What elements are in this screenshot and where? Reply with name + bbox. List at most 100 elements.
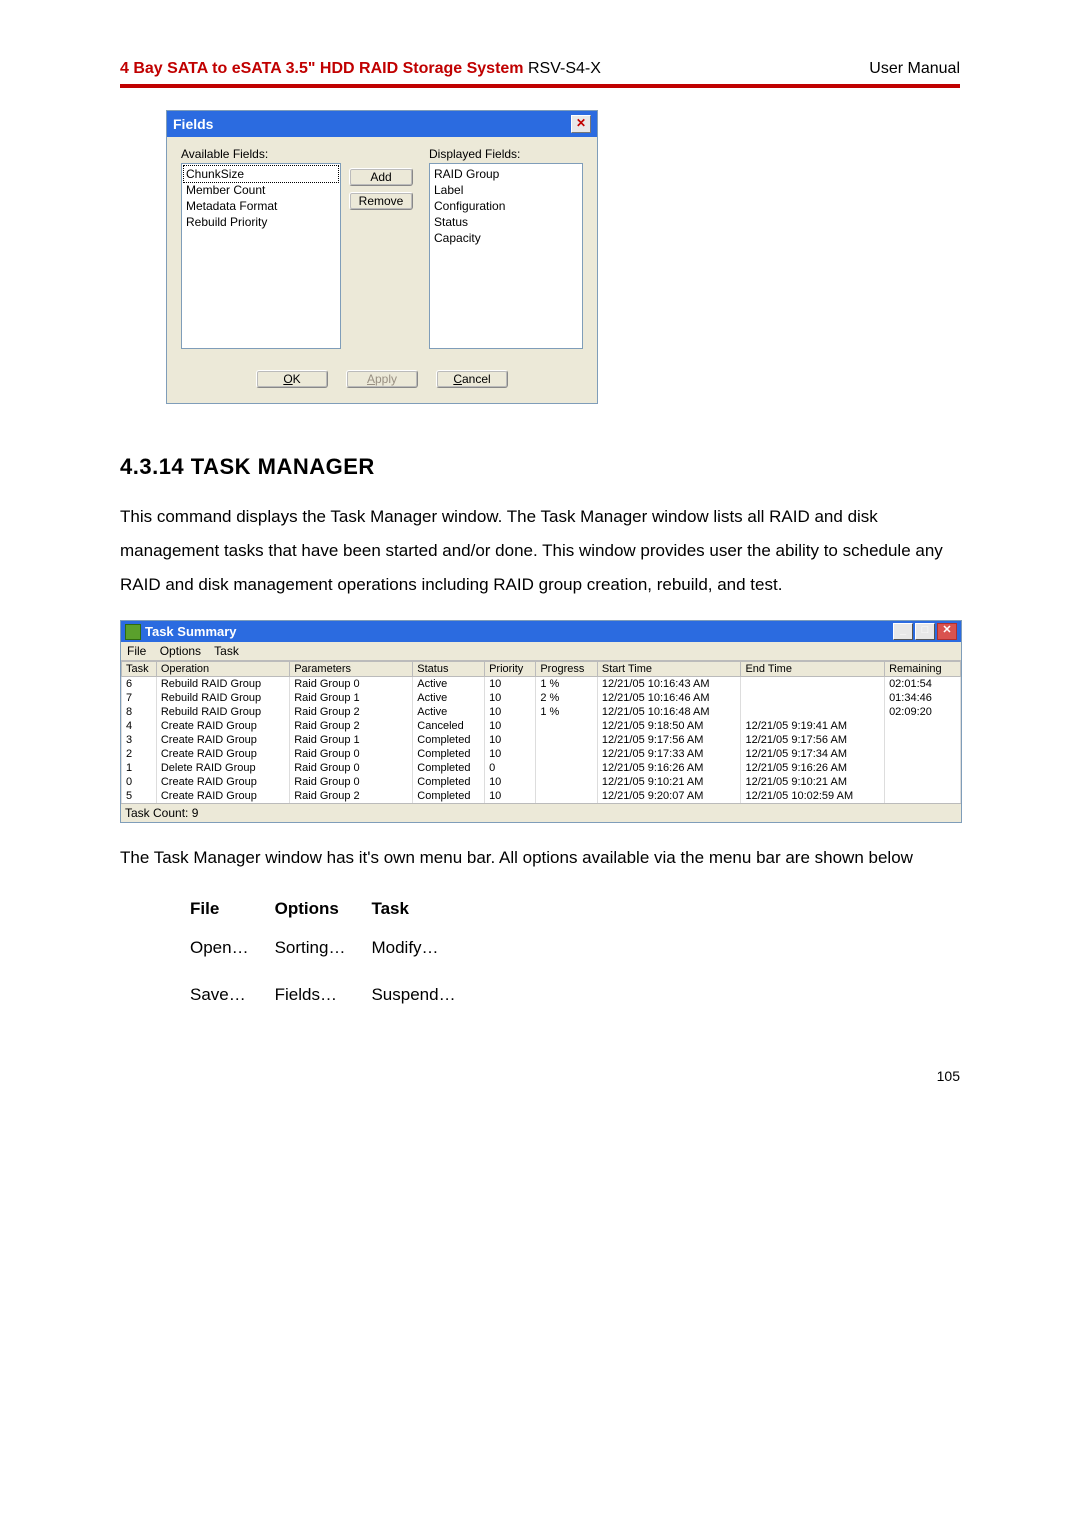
table-cell: 12/21/05 9:19:41 AM [741, 719, 885, 733]
table-cell: 12/21/05 9:17:33 AM [597, 747, 741, 761]
table-cell: Raid Group 0 [290, 761, 413, 775]
table-cell: Create RAID Group [156, 719, 289, 733]
list-item[interactable]: Configuration [432, 198, 580, 214]
table-cell: Active [413, 691, 485, 705]
table-cell: 4 [122, 719, 157, 733]
body-paragraph: This command displays the Task Manager w… [120, 500, 960, 602]
col-priority[interactable]: Priority [485, 662, 536, 677]
cancel-button[interactable]: Cancel [436, 370, 508, 388]
table-row[interactable]: 7Rebuild RAID GroupRaid Group 1Active102… [122, 691, 961, 705]
table-cell [885, 747, 961, 761]
col-progress[interactable]: Progress [536, 662, 598, 677]
col-start-time[interactable]: Start Time [597, 662, 741, 677]
table-cell: 8 [122, 705, 157, 719]
displayed-fields-label: Displayed Fields: [429, 147, 583, 161]
table-row[interactable]: 1Delete RAID GroupRaid Group 0Completed0… [122, 761, 961, 775]
table-cell: Raid Group 0 [290, 775, 413, 789]
window-titlebar: Task Summary _ □ ✕ [121, 621, 961, 642]
table-cell: Rebuild RAID Group [156, 691, 289, 705]
dialog-title: Fields [173, 116, 213, 132]
table-cell: 10 [485, 789, 536, 803]
table-row[interactable]: 6Rebuild RAID GroupRaid Group 0Active101… [122, 677, 961, 692]
col-operation[interactable]: Operation [156, 662, 289, 677]
table-cell: 10 [485, 719, 536, 733]
table-cell [536, 747, 598, 761]
close-icon[interactable]: ✕ [937, 623, 957, 640]
section-heading: 4.3.14 TASK MANAGER [120, 454, 960, 480]
remove-button[interactable]: Remove [349, 192, 413, 210]
table-cell: 12/21/05 10:16:46 AM [597, 691, 741, 705]
minimize-icon[interactable]: _ [893, 623, 913, 640]
page-header: 4 Bay SATA to eSATA 3.5" HDD RAID Storag… [120, 60, 960, 78]
col-task[interactable]: Task [122, 662, 157, 677]
list-item[interactable]: Member Count [184, 182, 338, 198]
apply-button[interactable]: Apply [346, 370, 418, 388]
table-cell: Raid Group 2 [290, 719, 413, 733]
table-cell: 5 [122, 789, 157, 803]
table-cell [741, 705, 885, 719]
app-icon [125, 624, 141, 640]
list-item[interactable]: Rebuild Priority [184, 214, 338, 230]
table-cell: 12/21/05 10:16:43 AM [597, 677, 741, 692]
table-cell: 12/21/05 10:16:48 AM [597, 705, 741, 719]
menuopt-cell: Save… [190, 972, 275, 1019]
dialog-titlebar: Fields ✕ [167, 111, 597, 137]
table-cell: Canceled [413, 719, 485, 733]
table-cell: Rebuild RAID Group [156, 705, 289, 719]
table-cell [741, 677, 885, 692]
col-end-time[interactable]: End Time [741, 662, 885, 677]
table-cell: 10 [485, 733, 536, 747]
table-cell: 12/21/05 9:16:26 AM [741, 761, 885, 775]
table-cell: 10 [485, 775, 536, 789]
table-row[interactable]: 0Create RAID GroupRaid Group 0Completed1… [122, 775, 961, 789]
header-title: 4 Bay SATA to eSATA 3.5" HDD RAID Storag… [120, 60, 601, 78]
list-item[interactable]: Metadata Format [184, 198, 338, 214]
table-cell: 0 [122, 775, 157, 789]
list-item[interactable]: ChunkSize [184, 166, 338, 182]
table-row[interactable]: 3Create RAID GroupRaid Group 1Completed1… [122, 733, 961, 747]
col-status[interactable]: Status [413, 662, 485, 677]
table-cell: 2 [122, 747, 157, 761]
table-cell: Raid Group 2 [290, 705, 413, 719]
header-right: User Manual [869, 60, 960, 78]
add-button[interactable]: Add [349, 168, 413, 186]
col-remaining[interactable]: Remaining [885, 662, 961, 677]
table-cell [536, 775, 598, 789]
table-cell: 12/21/05 9:10:21 AM [597, 775, 741, 789]
menu-file[interactable]: File [127, 644, 146, 658]
table-cell: Raid Group 0 [290, 677, 413, 692]
ok-button[interactable]: OK [256, 370, 328, 388]
menu-options[interactable]: Options [160, 644, 201, 658]
table-row[interactable]: 5Create RAID GroupRaid Group 2Completed1… [122, 789, 961, 803]
table-cell: 12/21/05 9:17:34 AM [741, 747, 885, 761]
table-cell: 12/21/05 9:16:26 AM [597, 761, 741, 775]
table-cell: Delete RAID Group [156, 761, 289, 775]
maximize-icon[interactable]: □ [915, 623, 935, 640]
table-row[interactable]: 4Create RAID GroupRaid Group 2Canceled10… [122, 719, 961, 733]
col-parameters[interactable]: Parameters [290, 662, 413, 677]
list-item[interactable]: Status [432, 214, 580, 230]
list-item[interactable]: RAID Group [432, 166, 580, 182]
menu-task[interactable]: Task [214, 644, 239, 658]
close-icon[interactable]: ✕ [571, 115, 591, 133]
table-cell: 1 % [536, 677, 598, 692]
displayed-fields-list[interactable]: RAID Group Label Configuration Status Ca… [429, 163, 583, 349]
table-cell [536, 789, 598, 803]
table-cell: Raid Group 1 [290, 733, 413, 747]
model-number: RSV-S4-X [524, 60, 601, 77]
table-cell [885, 761, 961, 775]
table-row[interactable]: 2Create RAID GroupRaid Group 0Completed1… [122, 747, 961, 761]
table-row[interactable]: 8Rebuild RAID GroupRaid Group 2Active101… [122, 705, 961, 719]
table-cell: Completed [413, 789, 485, 803]
table-cell [536, 761, 598, 775]
table-cell: 0 [485, 761, 536, 775]
table-cell: 12/21/05 9:17:56 AM [741, 733, 885, 747]
list-item[interactable]: Capacity [432, 230, 580, 246]
menuopt-cell: Modify… [371, 925, 481, 972]
table-cell: 12/21/05 10:02:59 AM [741, 789, 885, 803]
available-fields-list[interactable]: ChunkSize Member Count Metadata Format R… [181, 163, 341, 349]
body-paragraph: The Task Manager window has it's own men… [120, 841, 960, 875]
menuopt-header-task: Task [371, 893, 481, 925]
list-item[interactable]: Label [432, 182, 580, 198]
table-cell: Raid Group 2 [290, 789, 413, 803]
